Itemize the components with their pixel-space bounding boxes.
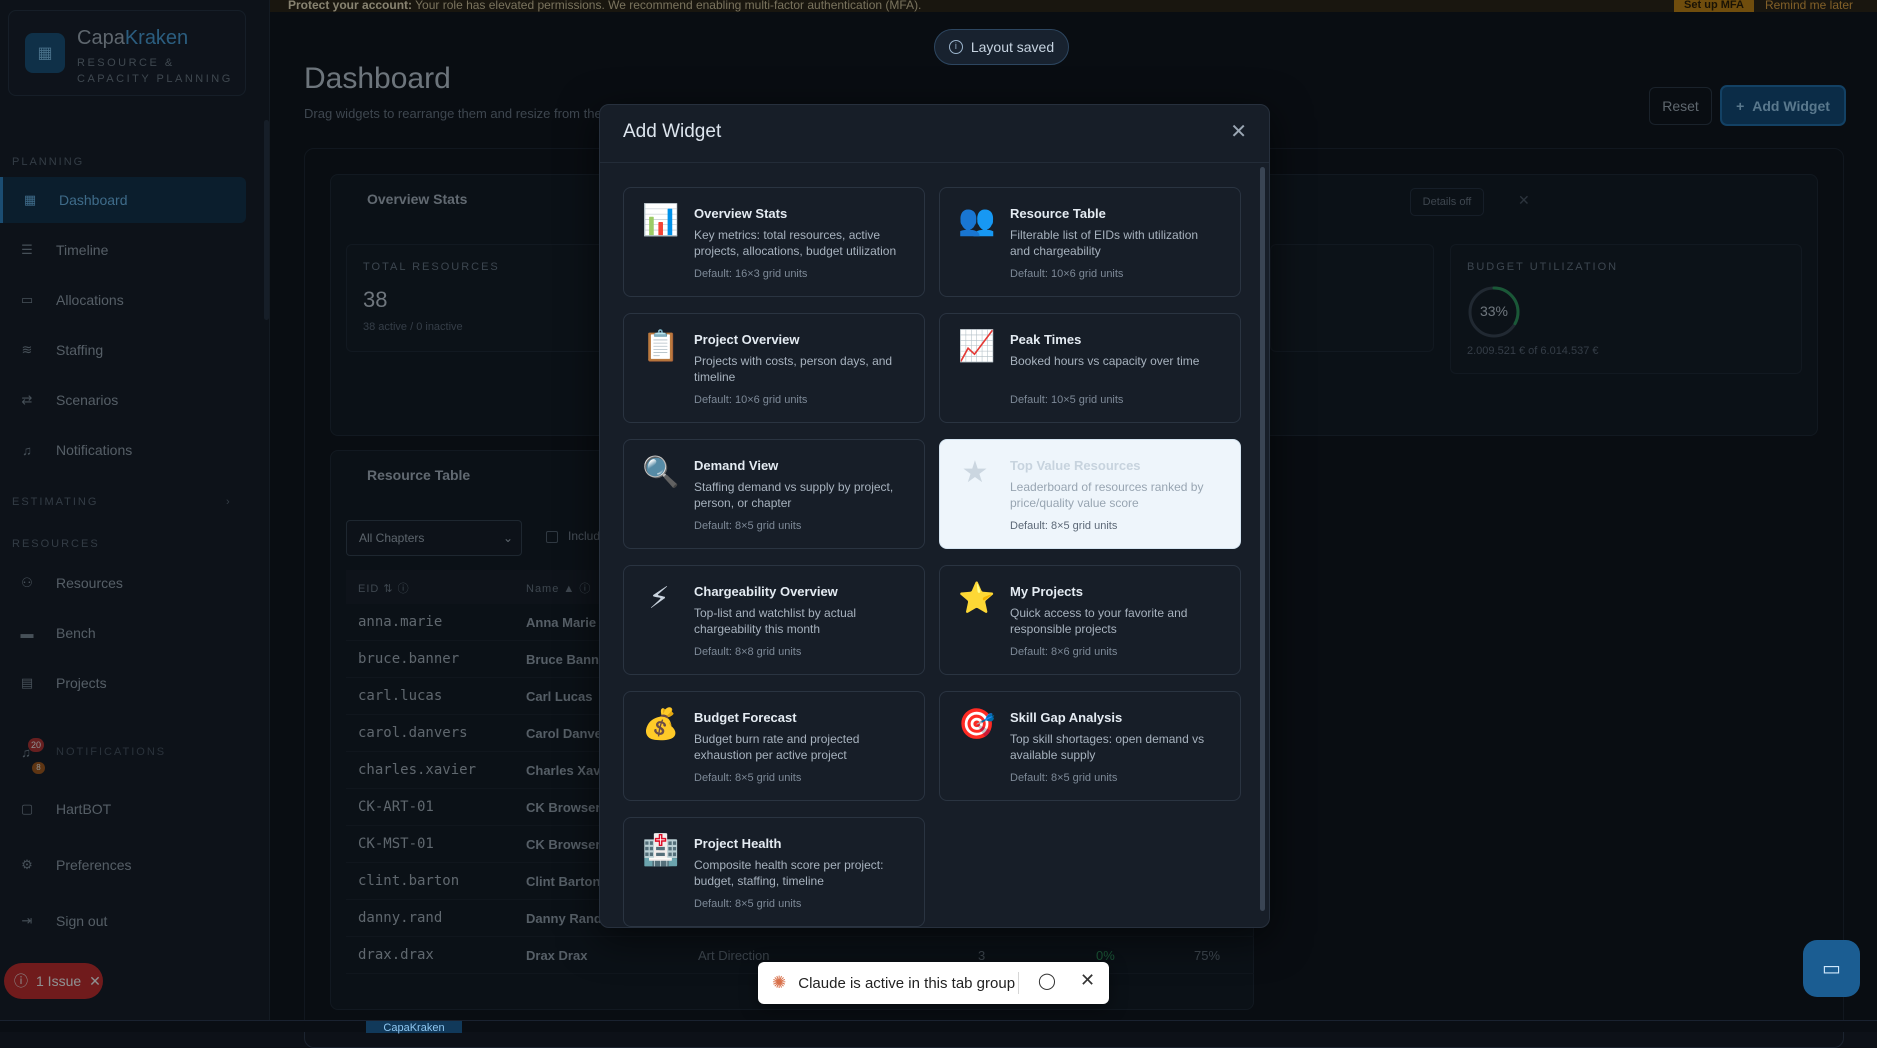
widget-description: Booked hours vs capacity over time <box>1010 354 1200 368</box>
chat-icon: ▭ <box>1822 958 1841 980</box>
divider <box>1018 972 1019 994</box>
widget-title: Top Value Resources <box>1010 458 1141 473</box>
widget-icon: 🔍 <box>642 456 680 489</box>
taskbar-tab[interactable]: CapaKraken <box>366 1021 462 1034</box>
widget-icon: 📊 <box>642 204 680 237</box>
widget-description: Filterable list of EIDs with utilization… <box>1010 228 1199 258</box>
widget-grid-size: Default: 10×6 grid units <box>1010 268 1124 280</box>
claude-status-bar: ✺ Claude is active in this tab group ◯ ✕ <box>758 962 1109 1004</box>
widget-grid-size: Default: 8×5 grid units <box>694 772 802 784</box>
widget-grid-size: Default: 8×5 grid units <box>694 898 802 910</box>
widget-title: Resource Table <box>1010 206 1106 221</box>
widget-description: Budget burn rate and projected exhaustio… <box>694 732 860 762</box>
modal-scrollbar[interactable] <box>1260 167 1265 911</box>
claude-icon: ✺ <box>772 973 787 992</box>
widget-icon: 📋 <box>642 330 680 363</box>
widget-option-project-overview[interactable]: 📋 Project Overview Projects with costs, pe… <box>623 313 925 423</box>
widget-icon: 👥 <box>958 204 996 237</box>
taskbar: CapaKraken <box>0 1020 1877 1034</box>
widget-description: Top-list and watchlist by actual chargea… <box>694 606 857 636</box>
widget-option-demand-view[interactable]: 🔍 Demand View Staffing demand vs supply by… <box>623 439 925 549</box>
widget-grid-size: Default: 8×5 grid units <box>1010 772 1118 784</box>
widget-grid-size: Default: 8×5 grid units <box>694 520 802 532</box>
widget-description: Top skill shortages: open demand vs avai… <box>1010 732 1205 762</box>
widget-title: Demand View <box>694 458 779 473</box>
widget-grid-size: Default: 16×3 grid units <box>694 268 808 280</box>
widget-icon: 📈 <box>958 330 996 363</box>
widget-grid-size: Default: 8×8 grid units <box>694 646 802 658</box>
widget-title: Budget Forecast <box>694 710 797 725</box>
widget-icon: ⭐ <box>958 582 996 615</box>
widget-description: Staffing demand vs supply by project, pe… <box>694 480 894 510</box>
modal-title: Add Widget <box>623 121 722 142</box>
widget-option-resource-table[interactable]: 👥 Resource Table Filterable list of EIDs w… <box>939 187 1241 297</box>
chat-fab-button[interactable]: ▭ <box>1803 940 1860 997</box>
widget-grid-size: Default: 8×6 grid units <box>1010 646 1118 658</box>
close-icon[interactable]: ✕ <box>1230 119 1247 144</box>
chat-bubble-icon[interactable]: ◯ <box>1038 971 1056 991</box>
widget-option-my-projects[interactable]: ⭐ My Projects Quick access to your favorit… <box>939 565 1241 675</box>
widget-description: Projects with costs, person days, and ti… <box>694 354 893 384</box>
widget-grid-size: Default: 8×5 grid units <box>1010 520 1118 532</box>
widget-icon: 💰 <box>642 708 680 741</box>
widget-title: Peak Times <box>1010 332 1082 347</box>
modal-header: Add Widget ✕ <box>600 105 1269 163</box>
widget-title: My Projects <box>1010 584 1083 599</box>
add-widget-modal: Add Widget ✕ 📊 Overview Stats Key metrics:… <box>599 104 1270 928</box>
widget-grid-size: Default: 10×6 grid units <box>694 394 808 406</box>
close-icon[interactable]: ✕ <box>1080 970 1095 991</box>
toast-text: Layout saved <box>970 39 1055 55</box>
widget-title: Overview Stats <box>694 206 788 221</box>
widget-option-top-value-resources[interactable]: ★ Top Value Resources Leaderboard of resou… <box>939 439 1241 549</box>
claude-text: Claude is active in this tab group <box>798 974 1016 992</box>
widget-description: Composite health score per project: budg… <box>694 858 884 888</box>
widget-grid-size: Default: 10×5 grid units <box>1010 394 1124 406</box>
widget-description: Key metrics: total resources, active pro… <box>694 228 897 258</box>
widget-option-project-health[interactable]: 🏥 Project Health Composite health score pe… <box>623 817 925 927</box>
widget-description: Quick access to your favorite and respon… <box>1010 606 1188 636</box>
widget-icon: ★ <box>961 456 989 489</box>
info-icon: i <box>948 40 963 54</box>
widget-icon: ⚡ <box>648 582 670 615</box>
widget-option-chargeability-overview[interactable]: ⚡ Chargeability Overview Top-list and watc… <box>623 565 925 675</box>
widget-title: Skill Gap Analysis <box>1010 710 1123 725</box>
widget-option-skill-gap-analysis[interactable]: 🎯 Skill Gap Analysis Top skill shortages: … <box>939 691 1241 801</box>
widget-title: Project Overview <box>694 332 800 347</box>
widget-description: Leaderboard of resources ranked by price… <box>1010 480 1204 510</box>
widget-option-peak-times[interactable]: 📈 Peak Times Booked hours vs capacity over… <box>939 313 1241 423</box>
widget-icon: 🏥 <box>642 834 680 867</box>
widget-title: Chargeability Overview <box>694 584 838 599</box>
layout-saved-toast: i Layout saved <box>934 29 1069 65</box>
widget-option-budget-forecast[interactable]: 💰 Budget Forecast Budget burn rate and pro… <box>623 691 925 801</box>
widget-icon: 🎯 <box>958 708 996 741</box>
widget-option-overview-stats[interactable]: 📊 Overview Stats Key metrics: total resour… <box>623 187 925 297</box>
widget-title: Project Health <box>694 836 782 851</box>
